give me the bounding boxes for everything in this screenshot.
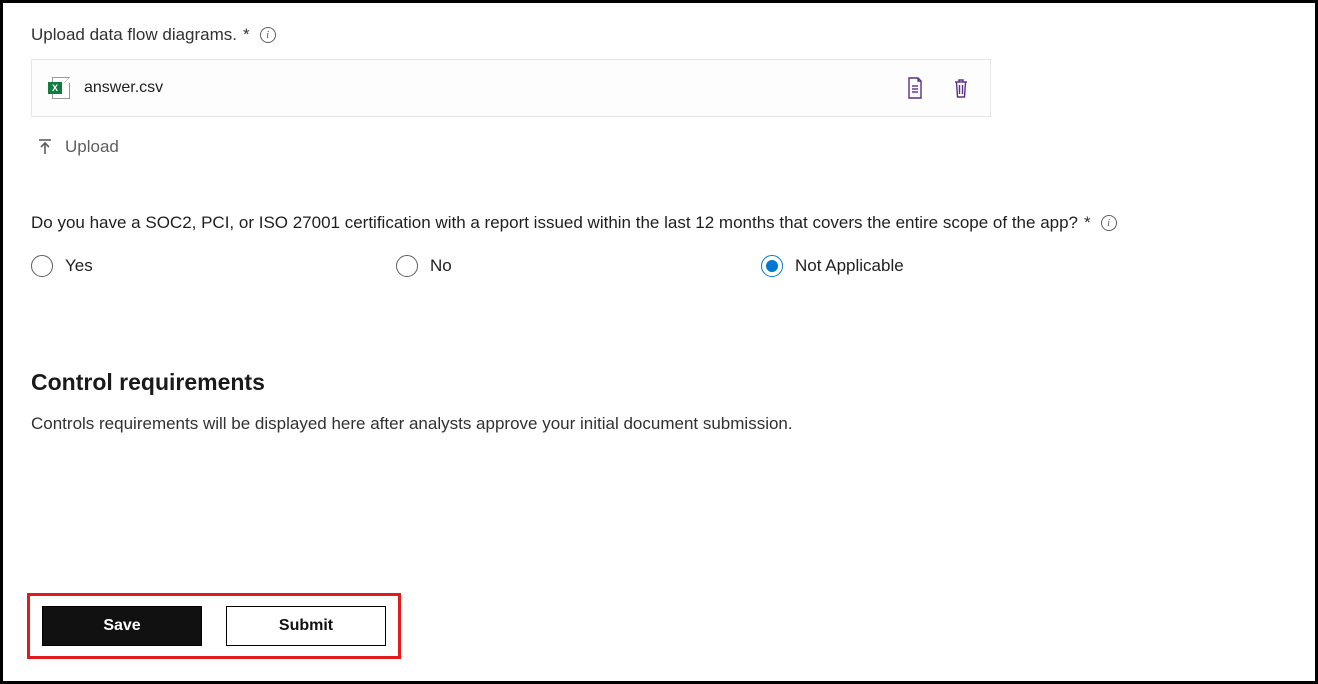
info-icon[interactable]: i: [260, 27, 276, 43]
certification-question-block: Do you have a SOC2, PCI, or ISO 27001 ce…: [31, 213, 1287, 277]
upload-arrow-icon: [37, 138, 53, 156]
uploaded-file-name: answer.csv: [84, 79, 163, 97]
submit-button[interactable]: Submit: [226, 606, 386, 646]
radio-label: No: [430, 256, 452, 276]
certification-question-text: Do you have a SOC2, PCI, or ISO 27001 ce…: [31, 213, 1078, 233]
certification-radio-group: Yes No Not Applicable: [31, 255, 1287, 277]
radio-option-no[interactable]: No: [396, 255, 761, 277]
control-requirements-description: Controls requirements will be displayed …: [31, 414, 1287, 434]
radio-label: Yes: [65, 256, 93, 276]
uploaded-file-row: X answer.csv: [31, 59, 991, 117]
upload-button[interactable]: Upload: [31, 133, 125, 161]
save-button[interactable]: Save: [42, 606, 202, 646]
info-icon[interactable]: i: [1101, 215, 1117, 231]
certification-question-label: Do you have a SOC2, PCI, or ISO 27001 ce…: [31, 213, 1287, 233]
radio-label: Not Applicable: [795, 256, 904, 276]
excel-file-icon: X: [52, 77, 70, 99]
required-asterisk: *: [1084, 213, 1091, 233]
required-asterisk: *: [243, 25, 250, 45]
form-frame: Upload data flow diagrams. * i X answer.…: [0, 0, 1318, 684]
radio-circle-icon: [761, 255, 783, 277]
view-file-icon[interactable]: [906, 77, 924, 99]
upload-field-label: Upload data flow diagrams. * i: [31, 25, 1287, 45]
upload-button-label: Upload: [65, 137, 119, 157]
control-requirements-heading: Control requirements: [31, 369, 1287, 396]
radio-circle-icon: [396, 255, 418, 277]
radio-option-not-applicable[interactable]: Not Applicable: [761, 255, 904, 277]
radio-circle-icon: [31, 255, 53, 277]
delete-file-icon[interactable]: [952, 77, 970, 99]
actions-highlight-box: Save Submit: [27, 593, 401, 659]
upload-label-text: Upload data flow diagrams.: [31, 25, 237, 45]
radio-option-yes[interactable]: Yes: [31, 255, 396, 277]
